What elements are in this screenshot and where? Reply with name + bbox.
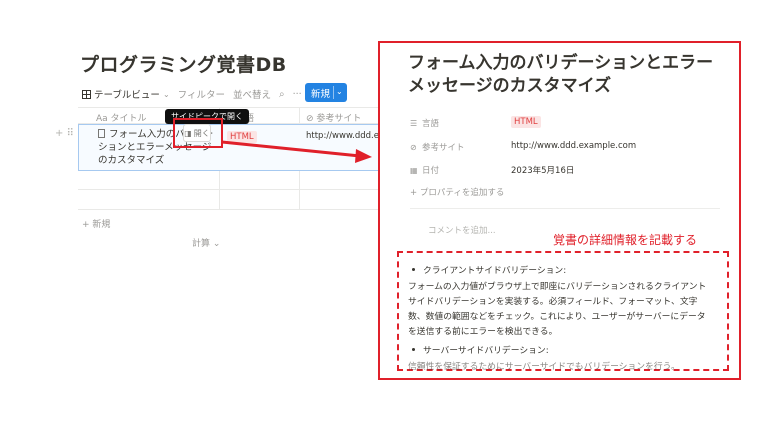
property-value-reference[interactable]: http://www.ddd.example.com [511, 141, 636, 151]
property-language[interactable]: ☰ 言語 [410, 117, 440, 130]
calendar-icon: ▦ [410, 165, 418, 175]
property-date[interactable]: ▦ 日付 [410, 164, 440, 177]
peek-title[interactable]: フォーム入力のバリデーションとエラーメッセージのカスタマイズ [408, 52, 728, 98]
bullet-icon [412, 348, 415, 351]
list-item: サーバーサイドバリデーション: [412, 343, 549, 356]
bullet-icon [412, 268, 415, 271]
divider [410, 208, 720, 209]
bullet-text: サーバーサイドバリデーション: [423, 346, 549, 356]
property-label: 言語 [422, 119, 440, 129]
annotation-text: 覚書の詳細情報を記載する [553, 233, 698, 247]
body-paragraph: フォームの入力値がブラウザ上で即座にバリデーションされるクライアントサイドバリデ… [408, 282, 707, 337]
property-value-language[interactable]: HTML [511, 116, 541, 128]
body-paragraph-partial: 信頼性を保証するためにサーバーサイドでもバリデーションを行う。 [408, 362, 680, 372]
list-icon: ☰ [410, 118, 418, 128]
side-peek-panel: フォーム入力のバリデーションとエラーメッセージのカスタマイズ ☰ 言語 HTML… [378, 41, 741, 380]
comment-input[interactable]: コメントを追加... [428, 224, 496, 236]
property-label: 参考サイト [422, 143, 465, 153]
property-reference[interactable]: ⊘ 参考サイト [410, 141, 465, 154]
property-value-date[interactable]: 2023年5月16日 [511, 164, 574, 176]
add-property-button[interactable]: + プロパティを追加する [410, 186, 504, 198]
bullet-text: クライアントサイドバリデーション: [423, 266, 567, 276]
arrow-line [221, 140, 361, 158]
link-icon: ⊘ [410, 142, 417, 152]
property-label: 日付 [422, 166, 440, 176]
arrow-head [355, 149, 372, 163]
list-item: クライアントサイドバリデーション: [412, 263, 566, 276]
